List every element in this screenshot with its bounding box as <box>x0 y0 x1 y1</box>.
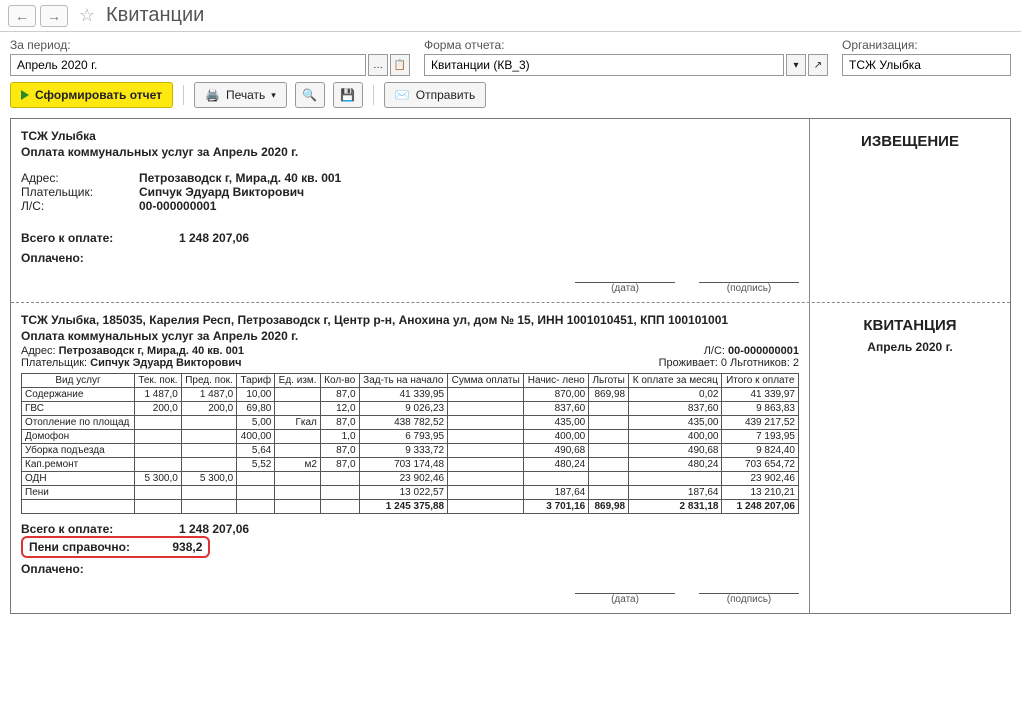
envelope-icon: ✉️ <box>395 88 410 102</box>
table-row: Уборка подъезда5,6487,09 333,72490,68490… <box>22 444 799 458</box>
addr-label: Адрес: <box>21 171 131 185</box>
notice-headline: Оплата коммунальных услуг за Апрель 2020… <box>21 145 799 159</box>
receipt-sub: Апрель 2020 г. <box>820 340 1000 354</box>
notice-title: ИЗВЕЩЕНИЕ <box>820 133 1000 150</box>
peni-label: Пени справочно: <box>29 540 169 554</box>
filters-row: За период: … 📋 Форма отчета: ▾ ↗ Организ… <box>0 32 1021 78</box>
table-header: К оплате за месяц <box>629 374 722 388</box>
receipt-left: ТСЖ Улыбка, 185035, Карелия Респ, Петроз… <box>11 303 810 613</box>
table-row: Содержание1 487,01 487,010,0087,041 339,… <box>22 388 799 402</box>
r-total-label: Всего к оплате: <box>21 522 171 536</box>
org-label: Организация: <box>842 38 1011 52</box>
receipt-section: ТСЖ Улыбка, 185035, Карелия Респ, Петроз… <box>11 303 1010 613</box>
table-header: Ед. изм. <box>275 374 321 388</box>
peni-value: 938,2 <box>172 540 202 554</box>
r-payer-label: Плательщик: <box>21 357 87 369</box>
table-header: Льготы <box>589 374 629 388</box>
separator <box>183 85 184 105</box>
notice-org: ТСЖ Улыбка <box>21 129 799 143</box>
play-icon <box>21 90 29 100</box>
period-calendar-button[interactable]: 📋 <box>390 54 410 76</box>
toolbar: Сформировать отчет 🖨️ Печать ▾ 🔍 💾 ✉️ От… <box>0 78 1021 114</box>
receipt-headline: Оплата коммунальных услуг за Апрель 2020… <box>21 329 799 343</box>
r-sign-signature: (подпись) <box>699 580 799 605</box>
page-title: Квитанции <box>106 4 204 27</box>
table-header: Тариф <box>237 374 275 388</box>
payer-value: Сипчук Эдуард Викторович <box>139 185 304 199</box>
account-value: 00-000000001 <box>139 199 216 213</box>
filter-org: Организация: <box>842 38 1011 76</box>
date-signature: (дата) <box>575 269 675 294</box>
document: ТСЖ Улыбка Оплата коммунальных услуг за … <box>10 118 1011 614</box>
table-header: Зад-ть на начало <box>359 374 448 388</box>
form-input[interactable] <box>424 54 784 76</box>
table-row: ГВС200,0200,069,8012,09 026,23837,60837,… <box>22 402 799 416</box>
form-dropdown-button[interactable]: ▾ <box>786 54 806 76</box>
r-payer-value: Сипчук Эдуард Викторович <box>90 357 241 369</box>
print-button[interactable]: 🖨️ Печать ▾ <box>194 82 287 108</box>
peni-highlight: Пени справочно: 938,2 <box>21 536 210 558</box>
table-header: Итого к оплате <box>722 374 799 388</box>
org-input[interactable] <box>842 54 1011 76</box>
receipt-right: КВИТАНЦИЯ Апрель 2020 г. <box>810 303 1010 613</box>
back-button[interactable]: ← <box>8 5 36 27</box>
services-table: Вид услугТек. пок.Пред. пок.ТарифЕд. изм… <box>21 373 799 514</box>
table-row: Пени13 022,57187,64187,6413 210,21 <box>22 486 799 500</box>
table-header: Вид услуг <box>22 374 135 388</box>
filter-form: Форма отчета: ▾ ↗ <box>424 38 828 76</box>
r-date-signature: (дата) <box>575 580 675 605</box>
sign-signature: (подпись) <box>699 269 799 294</box>
receipt-title: КВИТАНЦИЯ <box>820 317 1000 334</box>
print-label: Печать <box>226 88 265 102</box>
residents-info: Проживает: 0 Льготников: 2 <box>659 357 799 369</box>
magnifier-icon: 🔍 <box>302 88 317 102</box>
table-header: Сумма оплаты <box>448 374 524 388</box>
paid-label: Оплачено: <box>21 251 84 265</box>
send-button[interactable]: ✉️ Отправить <box>384 82 486 108</box>
r-account-label: Л/С: <box>704 345 725 357</box>
notice-left: ТСЖ Улыбка Оплата коммунальных услуг за … <box>11 119 810 302</box>
form-label: Форма отчета: <box>424 38 828 52</box>
favorite-star-icon[interactable]: ☆ <box>76 5 98 27</box>
printer-icon: 🖨️ <box>205 88 220 102</box>
total-value: 1 248 207,06 <box>179 231 249 245</box>
period-input[interactable] <box>10 54 366 76</box>
receipt-org-full: ТСЖ Улыбка, 185035, Карелия Респ, Петроз… <box>21 313 799 327</box>
table-row: Домофон400,001,06 793,95400,00400,007 19… <box>22 430 799 444</box>
table-header: Начис- лено <box>524 374 589 388</box>
save-button[interactable]: 💾 <box>333 82 363 108</box>
table-header: Пред. пок. <box>181 374 236 388</box>
table-header: Тек. пок. <box>134 374 181 388</box>
r-addr-value: Петрозаводск г, Мира,д. 40 кв. 001 <box>59 345 244 357</box>
period-ellipsis-button[interactable]: … <box>368 54 388 76</box>
r-paid-label: Оплачено: <box>21 562 84 576</box>
table-row: ОДН5 300,05 300,023 902,4623 902,46 <box>22 472 799 486</box>
preview-button[interactable]: 🔍 <box>295 82 325 108</box>
send-label: Отправить <box>416 88 476 102</box>
generate-report-button[interactable]: Сформировать отчет <box>10 82 173 108</box>
period-label: За период: <box>10 38 410 52</box>
r-total-value: 1 248 207,06 <box>179 522 249 536</box>
table-header: Кол-во <box>320 374 359 388</box>
table-row: Кап.ремонт5,52м287,0703 174,48480,24480,… <box>22 458 799 472</box>
topbar: ← → ☆ Квитанции <box>0 0 1021 32</box>
diskette-icon: 💾 <box>340 88 355 102</box>
notice-right: ИЗВЕЩЕНИЕ <box>810 119 1010 302</box>
chevron-down-icon: ▾ <box>271 90 276 101</box>
table-row: Отопление по площад5,00Гкал87,0438 782,5… <box>22 416 799 430</box>
r-addr-label: Адрес: <box>21 345 56 357</box>
filter-period: За период: … 📋 <box>10 38 410 76</box>
form-open-button[interactable]: ↗ <box>808 54 828 76</box>
generate-label: Сформировать отчет <box>35 88 162 102</box>
r-account-value: 00-000000001 <box>728 345 799 357</box>
account-label: Л/С: <box>21 199 131 213</box>
notice-section: ТСЖ Улыбка Оплата коммунальных услуг за … <box>11 119 1010 303</box>
addr-value: Петрозаводск г, Мира,д. 40 кв. 001 <box>139 171 341 185</box>
forward-button[interactable]: → <box>40 5 68 27</box>
separator <box>373 85 374 105</box>
payer-label: Плательщик: <box>21 185 131 199</box>
total-label: Всего к оплате: <box>21 231 171 245</box>
